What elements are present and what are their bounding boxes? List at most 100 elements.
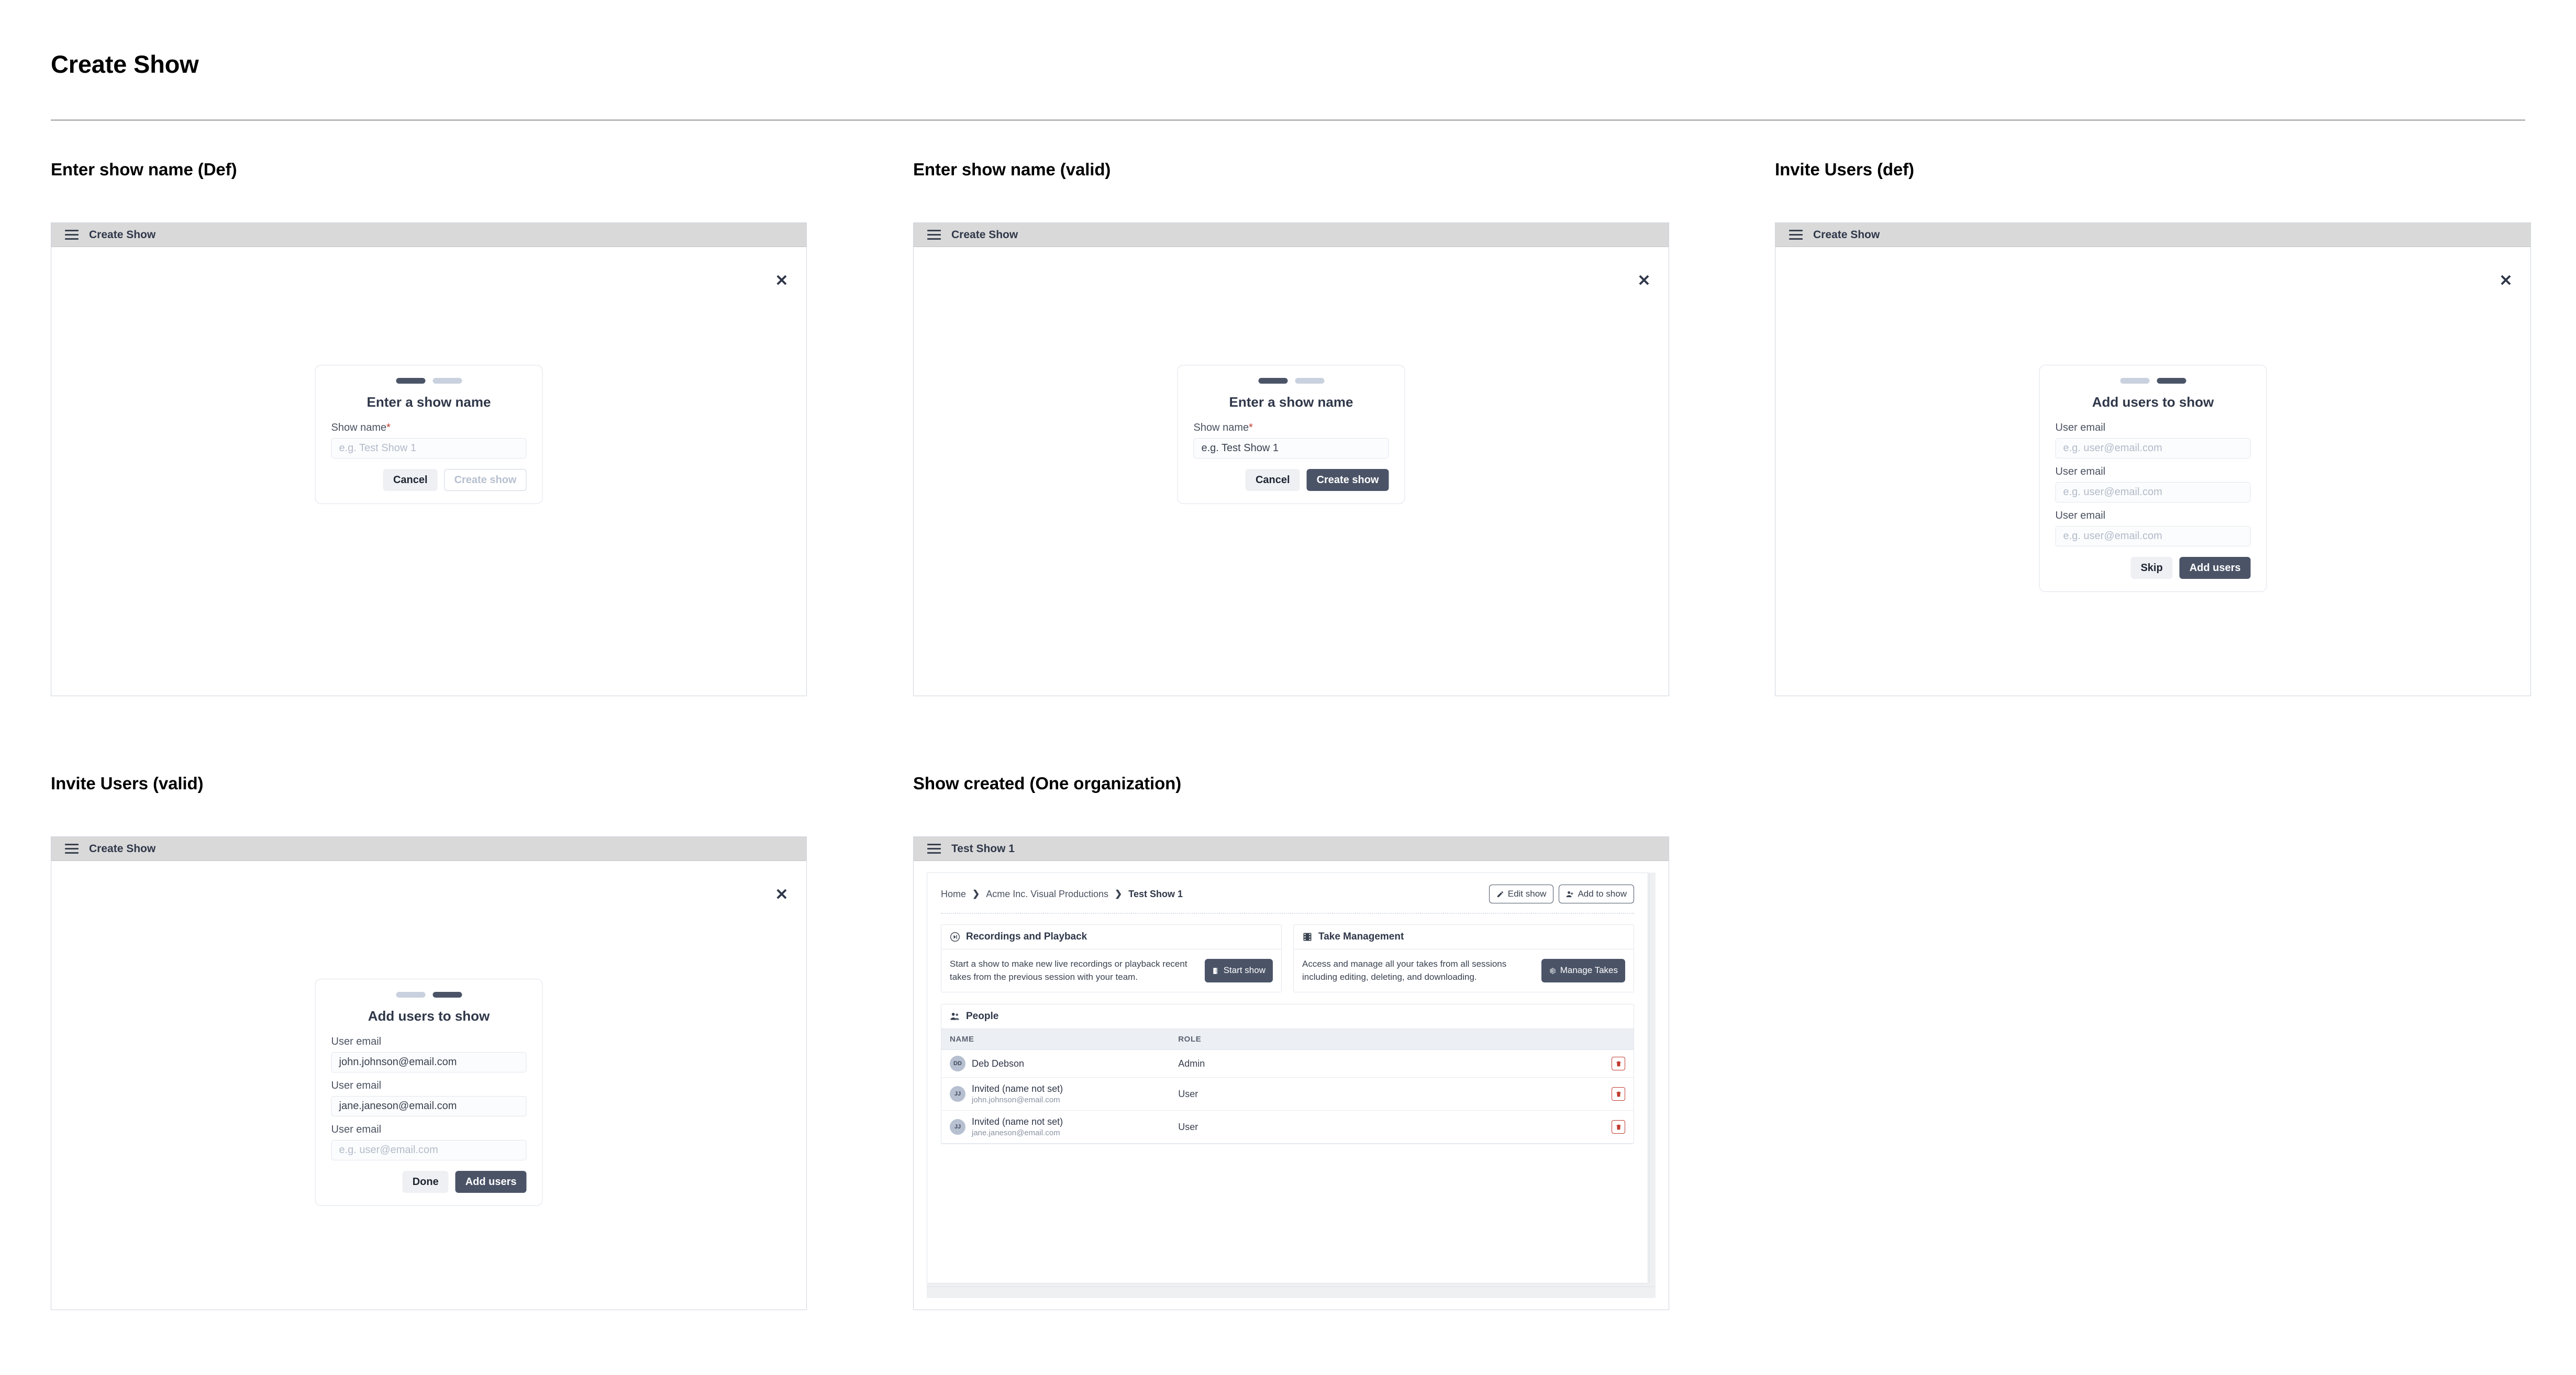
hamburger-menu-icon[interactable]	[927, 844, 941, 854]
take-management-card-title: Take Management	[1318, 931, 1404, 942]
people-table-body: DD Deb Debson Admin JJ Invited (name not…	[941, 1049, 1634, 1144]
show-name-input[interactable]: e.g. Test Show 1	[1193, 438, 1389, 459]
row-actions	[1602, 1077, 1634, 1111]
user-email-input-2[interactable]: e.g. user@email.com	[2055, 482, 2251, 502]
hamburger-menu-icon[interactable]	[65, 230, 79, 240]
trash-glyph	[1616, 1091, 1621, 1097]
modal-actions: Skip Add users	[2056, 557, 2251, 579]
step-1-dot	[396, 992, 425, 998]
user-email-field-group: User email jane.janeson@email.com	[331, 1080, 527, 1116]
add-users-button[interactable]: Add users	[2179, 557, 2251, 579]
window-title: Create Show	[1813, 228, 1880, 241]
show-name-input[interactable]: e.g. Test Show 1	[331, 438, 527, 459]
create-show-modal: Enter a show name Show name* e.g. Test S…	[315, 365, 543, 504]
window-body: ✕ Add users to show User email john.john…	[51, 861, 806, 1310]
edit-show-button[interactable]: Edit show	[1489, 885, 1554, 903]
gear-icon	[1549, 968, 1556, 974]
done-button[interactable]: Done	[402, 1171, 449, 1193]
take-management-card-header: Take Management	[1294, 925, 1634, 949]
manage-takes-label: Manage Takes	[1560, 965, 1618, 976]
create-show-button[interactable]: Create show	[1306, 469, 1389, 491]
user-email-input-3[interactable]: e.g. user@email.com	[331, 1140, 527, 1160]
step-2-dot	[1295, 378, 1324, 384]
cancel-button[interactable]: Cancel	[383, 469, 438, 491]
step-2-dot	[432, 992, 462, 998]
create-show-button[interactable]: Create show	[444, 469, 527, 491]
manage-takes-button[interactable]: Manage Takes	[1541, 959, 1625, 982]
breadcrumb-item-current: Test Show 1	[1128, 888, 1183, 899]
pencil-icon	[1497, 891, 1503, 897]
user-email-field-group: User email e.g. user@email.com	[2055, 466, 2251, 502]
add-to-show-button[interactable]: Add to show	[1559, 885, 1634, 903]
step-1-dot	[2120, 378, 2149, 384]
column-header-name: NAME	[941, 1029, 1170, 1050]
hamburger-menu-icon[interactable]	[65, 844, 79, 854]
page-actions: Edit show Add to show	[1489, 885, 1634, 903]
row-actions	[1602, 1110, 1634, 1144]
window-titlebar: Create Show	[51, 223, 806, 247]
skip-button[interactable]: Skip	[2130, 557, 2173, 579]
people-card: People NAME ROLE DD Deb Debson Admin JJ …	[941, 1004, 1634, 1145]
panel-enter-show-name-def: Create Show ✕ Enter a show name Show nam…	[51, 222, 807, 696]
person-name: Deb Debson	[972, 1058, 1025, 1069]
close-icon[interactable]: ✕	[2497, 272, 2515, 290]
person-role: User	[1170, 1110, 1602, 1144]
trash-glyph	[1616, 1124, 1621, 1130]
breadcrumb: Home ❯ Acme Inc. Visual Productions ❯ Te…	[941, 889, 1183, 900]
close-icon[interactable]: ✕	[773, 886, 791, 904]
recordings-card-text: Start a show to make new live recordings…	[950, 959, 1187, 982]
horizontal-scrollbar[interactable]	[927, 1287, 1656, 1298]
delete-icon[interactable]	[1612, 1120, 1625, 1134]
step-1-dot	[396, 378, 425, 384]
person: DD Deb Debson	[950, 1056, 1161, 1072]
close-icon[interactable]: ✕	[1635, 272, 1653, 290]
person-cell: JJ Invited (name not set) john.johnson@e…	[941, 1077, 1170, 1111]
edit-show-label: Edit show	[1507, 889, 1547, 899]
user-email-input-1[interactable]: john.johnson@email.com	[331, 1052, 527, 1072]
cancel-button[interactable]: Cancel	[1245, 469, 1300, 491]
window-titlebar: Test Show 1	[914, 837, 1669, 861]
page-divider	[51, 119, 2525, 121]
table-row: JJ Invited (name not set) john.johnson@e…	[941, 1077, 1634, 1111]
show-name-field-group: Show name* e.g. Test Show 1	[1193, 422, 1389, 459]
person: JJ Invited (name not set) jane.janeson@e…	[950, 1116, 1161, 1137]
recordings-card-body: Start a show to make new live recordings…	[941, 949, 1281, 992]
screenshot-root: Create Show Enter show name (Def) Enter …	[0, 0, 2576, 1375]
add-users-button[interactable]: Add users	[455, 1171, 527, 1193]
hamburger-menu-icon[interactable]	[927, 230, 941, 240]
show-name-label: Show name*	[1193, 422, 1253, 433]
create-show-modal: Enter a show name Show name* e.g. Test S…	[1177, 365, 1405, 504]
user-email-label: User email	[331, 1124, 382, 1135]
breadcrumb-item-home[interactable]: Home	[941, 889, 966, 900]
breadcrumb-item-organization[interactable]: Acme Inc. Visual Productions	[986, 889, 1108, 900]
row-actions	[1602, 1049, 1634, 1078]
chevron-right-icon: ❯	[972, 889, 980, 899]
take-management-card: Take Management Access and manage all yo…	[1293, 924, 1634, 993]
person-name: Invited (name not set) john.johnson@emai…	[972, 1083, 1063, 1104]
user-email-input-2[interactable]: jane.janeson@email.com	[331, 1096, 527, 1116]
delete-icon[interactable]	[1612, 1057, 1625, 1071]
user-email-label: User email	[2055, 510, 2106, 521]
window-title: Create Show	[89, 228, 156, 241]
breadcrumb-row: Home ❯ Acme Inc. Visual Productions ❯ Te…	[941, 885, 1634, 903]
user-email-input-1[interactable]: e.g. user@email.com	[2055, 438, 2251, 459]
add-users-modal: Add users to show User email e.g. user@e…	[2039, 365, 2267, 592]
user-email-label: User email	[2055, 466, 2106, 477]
panel-invite-users-def: Create Show ✕ Add users to show User ema…	[1775, 222, 2531, 696]
modal-title: Add users to show	[2092, 394, 2214, 410]
hamburger-menu-icon[interactable]	[1789, 230, 1803, 240]
user-plus-icon	[1567, 891, 1574, 897]
person-name-text: Invited (name not set)	[972, 1116, 1063, 1127]
user-email-input-3[interactable]: e.g. user@email.com	[2055, 526, 2251, 546]
start-show-button[interactable]: Start show	[1204, 959, 1273, 982]
avatar: JJ	[950, 1119, 965, 1135]
table-row: JJ Invited (name not set) jane.janeson@e…	[941, 1110, 1634, 1144]
delete-icon[interactable]	[1612, 1087, 1625, 1101]
door-icon	[1213, 967, 1217, 974]
avatar: JJ	[950, 1086, 965, 1102]
panel-enter-show-name-valid: Create Show ✕ Enter a show name Show nam…	[913, 222, 1669, 696]
panel-invite-users-valid: Create Show ✕ Add users to show User ema…	[51, 836, 807, 1310]
step-2-dot	[2157, 378, 2186, 384]
vertical-scrollbar[interactable]	[1649, 873, 1656, 1283]
close-icon[interactable]: ✕	[773, 272, 791, 290]
